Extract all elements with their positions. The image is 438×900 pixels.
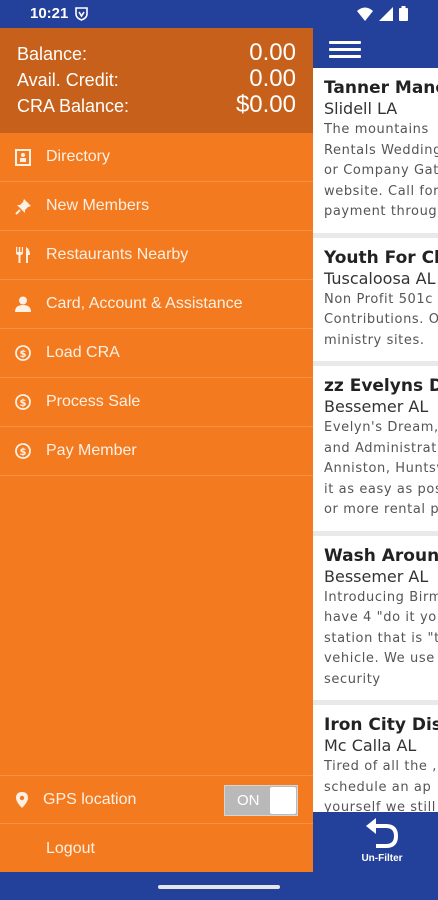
cra-balance-label: CRA Balance: [17, 96, 130, 116]
menu-item-label: New Members [46, 197, 150, 214]
listing-description-line: vehicle. We use t [324, 651, 438, 666]
menu-item-label: Card, Account & Assistance [46, 295, 243, 312]
menu-item-label: Load CRA [46, 344, 120, 361]
menu-item-process-sale[interactable]: $ Process Sale [0, 378, 313, 427]
gps-toggle-state: ON [237, 792, 260, 809]
status-time: 10:21 [30, 5, 69, 22]
listing-description-line: payment through [324, 204, 438, 219]
listing-description-line: have 4 "do it yo [324, 610, 437, 625]
signal-icon [379, 6, 393, 25]
toggle-knob [270, 787, 296, 814]
listing-location: Bessemer AL [324, 566, 429, 586]
menu-item-label: Process Sale [46, 393, 141, 410]
balance-label: Balance: [17, 44, 88, 64]
listing-description-line: it as easy as pos [324, 481, 438, 497]
balance-row: Balance: 0.00 [17, 39, 296, 66]
listing-location: Mc Calla AL [324, 736, 417, 755]
listing-description-line: or more rental p [324, 502, 438, 517]
listing-item[interactable]: Wash AroundBessemer AL Introducing Birm ha… [313, 536, 438, 705]
listing-description-line: Rentals Wedding [324, 142, 438, 158]
listing-title: Iron City Disp [324, 715, 438, 735]
dollar-circle-icon: $ [0, 394, 46, 410]
menu-item-card-account-assistance[interactable]: Card, Account & Assistance [0, 280, 313, 329]
menu-item-restaurants-nearby[interactable]: Restaurants Nearby [0, 231, 313, 280]
listing-description-line: Evelyn's Dream, [324, 420, 438, 435]
pin-icon [0, 198, 46, 215]
system-nav-bar [0, 872, 438, 900]
listings-list: Tanner Mano Slidell LA The mountains Rental… [313, 68, 438, 812]
svg-text:$: $ [20, 447, 27, 458]
gps-location-label: GPS location [43, 790, 137, 808]
gps-toggle[interactable]: ON [224, 785, 298, 816]
hamburger-menu-icon[interactable] [329, 41, 361, 58]
balance-panel: Balance: 0.00 Avail. Credit: 0.00 CRA Ba… [0, 28, 313, 133]
utensils-icon [0, 246, 46, 264]
listing-description-line: Non Profit 501c [324, 291, 434, 307]
listing-description-line: Anniston, Huntsv [324, 461, 438, 476]
dollar-circle-icon: $ [0, 345, 46, 361]
unfilter-label: Un-Filter [361, 853, 403, 864]
svg-text:$: $ [20, 398, 27, 409]
listing-item[interactable]: Tanner Mano Slidell LA The mountains Rental… [313, 68, 438, 238]
listing-location: Tuscaloosa AL [324, 268, 436, 288]
home-gesture-pill[interactable] [158, 885, 280, 889]
avail-credit-label: Avail. Credit: [17, 70, 119, 90]
avail-credit-value: 0.00 [249, 65, 296, 92]
directory-list-panel: Tanner Mano Slidell LA The mountains Rental… [313, 28, 438, 812]
logout-label: Logout [46, 839, 95, 857]
listing-description-line: Contributions. O [324, 312, 438, 327]
listing-description-line: and Administrat [324, 440, 437, 456]
listing-description-line: or Company Gat [324, 163, 438, 178]
shield-icon [75, 7, 88, 25]
listing-title: Tanner Mano [324, 78, 438, 98]
listing-description-line: station that is "to [324, 630, 438, 646]
cra-balance-row: CRA Balance: $0.00 [17, 91, 296, 118]
menu-item-label: Pay Member [46, 442, 137, 459]
menu-item-new-members[interactable]: New Members [0, 182, 313, 231]
gps-location-row: GPS location ON [0, 775, 313, 824]
drawer-footer: GPS location ON Logout [0, 775, 313, 873]
listing-item[interactable]: zz Evelyns DrBessemer AL Evelyn's Dream, a… [313, 366, 438, 536]
directory-icon [0, 148, 46, 166]
undo-icon [366, 818, 399, 848]
logout-button[interactable]: Logout [0, 824, 313, 873]
listing-description-line: schedule an ap [324, 779, 432, 795]
listing-location: Slidell LA [324, 99, 398, 118]
battery-icon [399, 6, 408, 25]
listing-item[interactable]: Iron City DispMc Calla AL Tired of all th… [313, 705, 438, 812]
menu-item-label: Directory [46, 148, 111, 165]
location-pin-icon [0, 791, 43, 808]
bottom-bar: Un-Filter [313, 812, 438, 872]
listing-location: Bessemer AL [324, 397, 429, 416]
svg-text:$: $ [20, 349, 27, 360]
listing-description-line: yourself we still [324, 800, 436, 812]
listing-description-line: website. Call for [324, 183, 438, 199]
listing-description-line: security [324, 671, 381, 687]
status-bar: 10:21 [0, 0, 438, 28]
menu-item-directory[interactable]: Directory [0, 133, 313, 182]
listing-description-line: ministry sites. [324, 332, 425, 348]
avail-credit-row: Avail. Credit: 0.00 [17, 65, 296, 92]
listing-description-line: The mountains [324, 122, 429, 137]
person-icon [0, 296, 46, 312]
listing-description-line: Introducing Birm [324, 589, 438, 605]
listing-title: Wash Around [324, 545, 438, 566]
cra-balance-value: $0.00 [235, 91, 296, 118]
balance-value: 0.00 [249, 39, 296, 66]
menu-item-load-cra[interactable]: $ Load CRA [0, 329, 313, 378]
menu-item-pay-member[interactable]: $ Pay Member [0, 427, 313, 476]
listing-title: zz Evelyns Dr [324, 376, 438, 396]
navigation-drawer: Balance: 0.00 Avail. Credit: 0.00 CRA Ba… [0, 28, 313, 872]
unfilter-button[interactable]: Un-Filter [357, 816, 407, 864]
wifi-icon [357, 7, 373, 25]
content-header [313, 28, 438, 68]
listing-title: Youth For Ch [324, 247, 438, 268]
listing-item[interactable]: Youth For Ch Tuscaloosa AL Non Profit 501c… [313, 238, 438, 366]
menu-item-label: Restaurants Nearby [46, 246, 189, 263]
listing-description-line: Tired of all the , [324, 759, 437, 774]
dollar-circle-icon: $ [0, 443, 46, 459]
